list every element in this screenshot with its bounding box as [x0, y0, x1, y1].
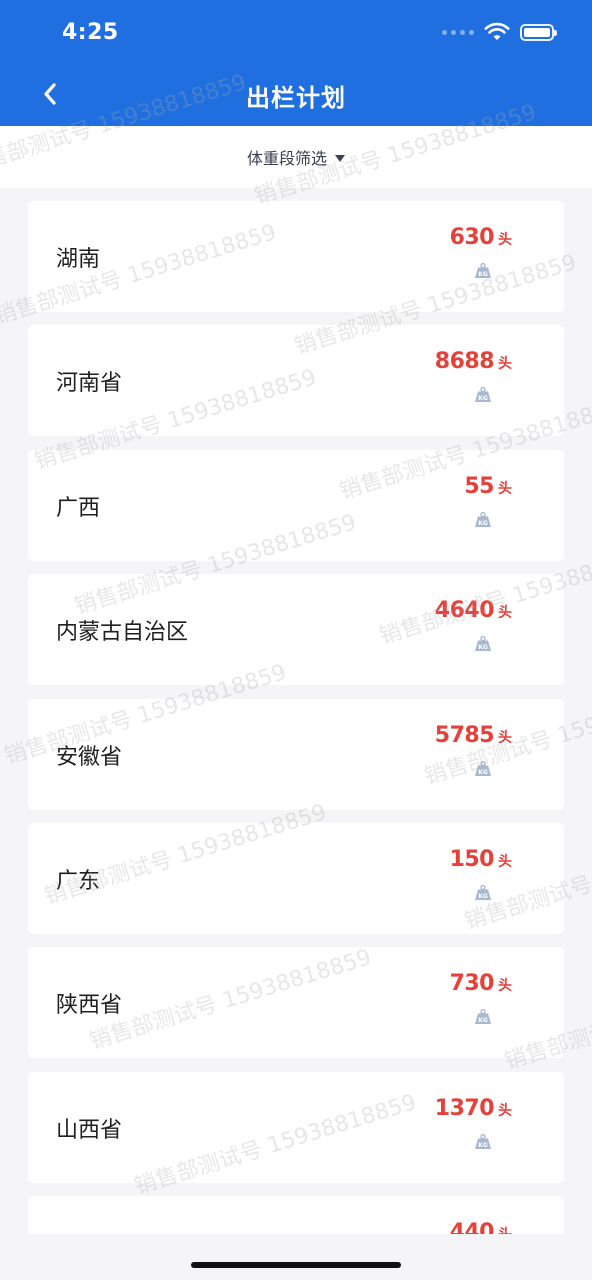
svg-text:KG: KG	[478, 1142, 488, 1149]
svg-text:KG: KG	[478, 644, 488, 651]
status-icons	[442, 22, 557, 42]
head-count: 4640	[434, 598, 495, 624]
province-name: 山西省	[56, 1117, 123, 1143]
list-item[interactable]: 河南省 8688 头 KG	[28, 325, 564, 437]
kg-weight-icon: KG	[475, 1009, 491, 1025]
weight-filter-button[interactable]: 体重段筛选	[247, 145, 345, 169]
list-item[interactable]: 广东 150 头 KG	[28, 822, 564, 934]
province-name: 河南省	[56, 371, 123, 397]
svg-text:KG: KG	[478, 1017, 488, 1024]
list-item[interactable]: 内蒙古自治区 4640 头 KG	[28, 574, 564, 686]
kg-weight-icon: KG	[475, 760, 491, 776]
province-name: 湖南	[56, 247, 101, 272]
filter-label: 体重段筛选	[246, 149, 327, 168]
head-unit: 头	[498, 232, 512, 248]
kg-weight-icon: KG	[475, 636, 491, 652]
province-list[interactable]: 湖南 630 头 KG 河南省 8688 头 KG 广西 55 头 KG 内蒙古…	[28, 201, 564, 1234]
signal-icon	[442, 29, 474, 35]
filter-bar: 体重段筛选	[0, 126, 592, 188]
province-name: 陕西省	[56, 993, 123, 1019]
wifi-icon	[484, 22, 510, 40]
list-item[interactable]: 山西省 1370 头 KG	[28, 1071, 564, 1183]
head-unit: 头	[498, 1102, 512, 1119]
list-item[interactable]: 安徽省 5785 头 KG	[28, 698, 564, 810]
province-name: 安徽省	[56, 744, 123, 770]
head-unit: 头	[498, 356, 512, 373]
list-item[interactable]: 440 头 KG	[28, 1196, 564, 1234]
head-unit: 头	[498, 1224, 512, 1234]
kg-weight-icon: KG	[475, 387, 491, 403]
head-count: 730	[449, 971, 495, 997]
caret-down-icon	[335, 154, 345, 162]
svg-text:KG: KG	[478, 893, 488, 900]
province-name: 内蒙古自治区	[56, 620, 189, 646]
svg-text:KG: KG	[478, 769, 488, 776]
page-title: 出栏计划	[246, 84, 346, 112]
kg-weight-icon: KG	[475, 1133, 491, 1149]
kg-weight-icon: KG	[475, 263, 491, 278]
svg-text:KG: KG	[478, 395, 488, 402]
svg-text:KG: KG	[478, 520, 488, 527]
head-count: 5785	[434, 722, 495, 748]
kg-weight-icon: KG	[475, 884, 491, 900]
list-item[interactable]: 湖南 630 头 KG	[28, 201, 564, 312]
province-name: 广东	[56, 868, 101, 894]
nav-header: 4:25 出栏计划	[0, 0, 592, 126]
home-indicator[interactable]	[191, 1262, 401, 1268]
head-unit: 头	[498, 978, 512, 995]
head-count: 1370	[434, 1095, 495, 1121]
head-count: 8688	[434, 349, 495, 375]
svg-text:KG: KG	[478, 271, 488, 278]
list-item[interactable]: 陕西省 730 头 KG	[28, 947, 564, 1059]
status-time: 4:25	[62, 20, 119, 45]
head-count: 150	[449, 846, 495, 872]
head-count: 630	[449, 225, 495, 250]
head-unit: 头	[498, 605, 512, 622]
head-count: 440	[449, 1220, 495, 1234]
battery-icon	[520, 23, 557, 41]
head-unit: 头	[498, 729, 512, 746]
head-unit: 头	[498, 480, 512, 497]
head-unit: 头	[498, 853, 512, 870]
list-item[interactable]: 广西 55 头 KG	[28, 449, 564, 561]
head-count: 55	[464, 473, 494, 499]
kg-weight-icon: KG	[475, 511, 491, 527]
province-name: 广西	[56, 495, 101, 521]
